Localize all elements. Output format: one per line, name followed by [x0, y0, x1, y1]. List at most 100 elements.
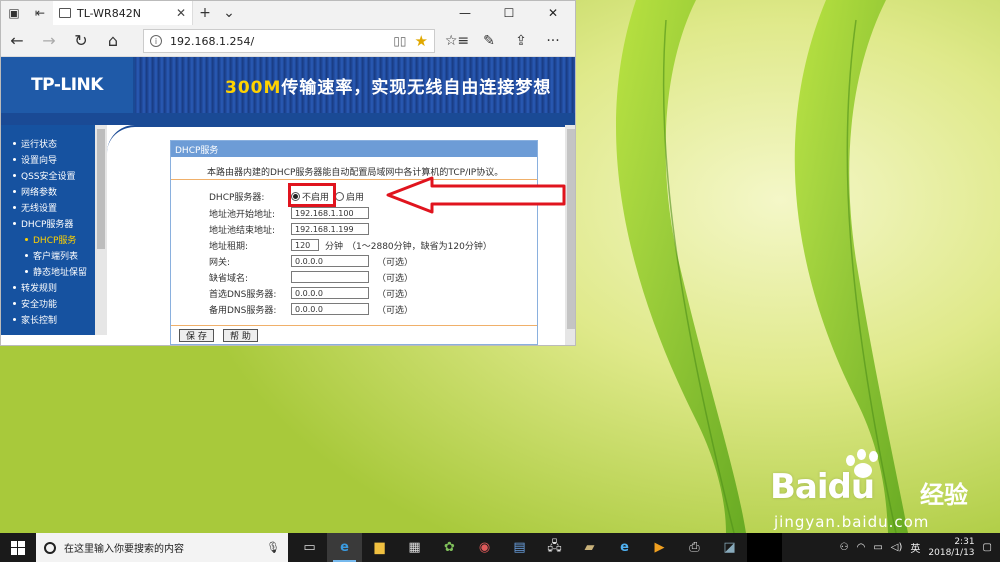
windows-start-icon[interactable]: [0, 533, 36, 562]
favorites-hub-icon[interactable]: ☆≡: [441, 25, 473, 57]
app-icon-4[interactable]: ⎙: [677, 533, 712, 562]
sidebar-item-client-list[interactable]: 客户端列表: [1, 247, 95, 263]
new-tab-icon[interactable]: +: [193, 5, 217, 21]
network-app-icon[interactable]: 🖧: [537, 533, 572, 562]
microphone-icon[interactable]: 🎙: [266, 541, 280, 554]
ime-indicator[interactable]: 英: [910, 540, 920, 555]
end-address-label: 地址池结束地址:: [209, 225, 276, 236]
sidebar-item-qss[interactable]: QSS安全设置: [1, 167, 95, 183]
close-icon[interactable]: ✕: [531, 1, 575, 25]
battery-icon[interactable]: ▭: [873, 542, 882, 553]
dns1-input[interactable]: 0.0.0.0: [291, 287, 369, 299]
nav-right-tools: ☆≡ ✎ ⇪ ···: [441, 25, 569, 57]
domain-input[interactable]: [291, 271, 369, 283]
file-explorer-icon[interactable]: ▆: [362, 533, 397, 562]
sidebar-scrollbar[interactable]: [95, 125, 107, 335]
close-tab-icon[interactable]: ✕: [176, 6, 186, 20]
tab-tl-wr842n[interactable]: TL-WR842N ✕: [53, 1, 193, 25]
minimize-icon[interactable]: —: [443, 1, 487, 25]
system-tray: ⚇ ◠ ▭ ◁) 英 2:31 2018/1/13 ▢: [840, 533, 1000, 562]
lease-unit: 分钟: [325, 241, 344, 252]
router-banner: TP-LINK 300M传输速率，实现无线自由连接梦想: [1, 57, 575, 113]
taskbar-search[interactable]: 在这里输入你要搜索的内容 🎙: [36, 533, 288, 562]
speaker-icon[interactable]: ◁): [891, 542, 903, 553]
app-icon-1[interactable]: ◉: [467, 533, 502, 562]
sidebar-item-dhcp-server[interactable]: DHCP服务器: [1, 215, 95, 231]
dhcp-panel: DHCP服务 本路由器内建的DHCP服务器能自动配置局域网中各计算机的TCP/I…: [170, 140, 538, 345]
maximize-icon[interactable]: ☐: [487, 1, 531, 25]
calculator-icon[interactable]: ▦: [397, 533, 432, 562]
set-aside-tabs-icon[interactable]: ⇤: [27, 1, 53, 25]
dns2-input[interactable]: 0.0.0.0: [291, 303, 369, 315]
panel-title: DHCP服务: [171, 141, 537, 157]
media-player-icon[interactable]: ▶: [642, 533, 677, 562]
task-view-icon[interactable]: ▭: [292, 533, 327, 562]
info-icon[interactable]: i: [150, 35, 162, 47]
watermark-word: 经验: [920, 481, 968, 509]
address-url[interactable]: 192.168.1.254/: [170, 35, 385, 48]
lease-input[interactable]: 120: [291, 239, 319, 251]
more-icon[interactable]: ···: [537, 25, 569, 57]
gateway-optional: （可选）: [377, 257, 414, 268]
end-address-input[interactable]: 192.168.1.199: [291, 223, 369, 235]
sidebar-menu: 运行状态 设置向导 QSS安全设置 网络参数 无线设置 DHCP服务器 DHCP…: [1, 125, 95, 335]
sidebar-item-parental[interactable]: 家长控制: [1, 311, 95, 327]
window-controls: — ☐ ✕: [443, 1, 575, 25]
save-button[interactable]: 保 存: [179, 329, 214, 342]
dns1-optional: （可选）: [377, 289, 414, 300]
sidebar-item-network[interactable]: 网络参数: [1, 183, 95, 199]
dns1-row: 首选DNS服务器: 0.0.0.0 （可选）: [209, 286, 413, 300]
paint-icon[interactable]: ✿: [432, 533, 467, 562]
clock[interactable]: 2:31 2018/1/13: [928, 537, 974, 559]
domain-optional: （可选）: [377, 273, 414, 284]
cmd-icon[interactable]: ■: [747, 533, 782, 562]
gateway-label: 网关:: [209, 257, 231, 268]
sidebar-item-security[interactable]: 安全功能: [1, 295, 95, 311]
sidebar-item-wizard[interactable]: 设置向导: [1, 151, 95, 167]
sidebar-item-dhcp-service[interactable]: DHCP服务: [1, 231, 95, 247]
dns1-label: 首选DNS服务器:: [209, 289, 277, 300]
people-icon[interactable]: ⚇: [840, 542, 849, 553]
reading-view-icon[interactable]: ▯▯: [393, 34, 406, 48]
back-icon[interactable]: ←: [1, 25, 33, 57]
help-button[interactable]: 帮 助: [223, 329, 258, 342]
forward-icon[interactable]: →: [33, 25, 65, 57]
home-icon[interactable]: ⌂: [97, 25, 129, 57]
sidebar-item-wireless[interactable]: 无线设置: [1, 199, 95, 215]
start-address-row: 地址池开始地址: 192.168.1.100: [209, 206, 369, 220]
gateway-row: 网关: 0.0.0.0 （可选）: [209, 254, 413, 268]
slogan: 300M传输速率，实现无线自由连接梦想: [225, 73, 551, 98]
address-bar[interactable]: i 192.168.1.254/ ▯▯ ★: [143, 29, 435, 53]
notifications-icon[interactable]: ▢: [983, 542, 992, 553]
wifi-icon[interactable]: ◠: [857, 542, 866, 553]
watermark-url: jingyan.baidu.com: [774, 513, 930, 531]
star-icon[interactable]: ★: [415, 32, 428, 50]
radio-enable-dot[interactable]: [335, 191, 345, 201]
app-icon-2[interactable]: ▤: [502, 533, 537, 562]
sidebar-item-status[interactable]: 运行状态: [1, 135, 95, 151]
search-placeholder[interactable]: 在这里输入你要搜索的内容: [64, 540, 258, 555]
start-address-label: 地址池开始地址:: [209, 209, 276, 220]
sidebar-item-static-reserve[interactable]: 静态地址保留: [1, 263, 95, 279]
tab-preview-icon[interactable]: ▣: [1, 1, 27, 25]
pen-icon[interactable]: ✎: [473, 25, 505, 57]
main-scrollbar[interactable]: [565, 125, 575, 345]
chevron-down-icon[interactable]: ⌄: [217, 5, 241, 21]
watermark-logo: Baidu: [770, 467, 875, 507]
domain-label: 缺省域名:: [209, 273, 249, 284]
sidebar-item-forwarding[interactable]: 转发规则: [1, 279, 95, 295]
app-icon-3[interactable]: ▰: [572, 533, 607, 562]
highlight-box: [288, 183, 336, 207]
page-icon: [59, 8, 71, 18]
cortana-icon: [44, 541, 56, 554]
edge-icon[interactable]: e: [327, 533, 362, 562]
end-address-row: 地址池结束地址: 192.168.1.199: [209, 222, 369, 236]
ie-icon[interactable]: e: [607, 533, 642, 562]
radio-enable[interactable]: 启用: [335, 190, 364, 203]
app-icon-5[interactable]: ◪: [712, 533, 747, 562]
share-icon[interactable]: ⇪: [505, 25, 537, 57]
refresh-icon[interactable]: ↻: [65, 25, 97, 57]
tplink-logo-box: TP-LINK: [1, 57, 133, 113]
gateway-input[interactable]: 0.0.0.0: [291, 255, 369, 267]
start-address-input[interactable]: 192.168.1.100: [291, 207, 369, 219]
